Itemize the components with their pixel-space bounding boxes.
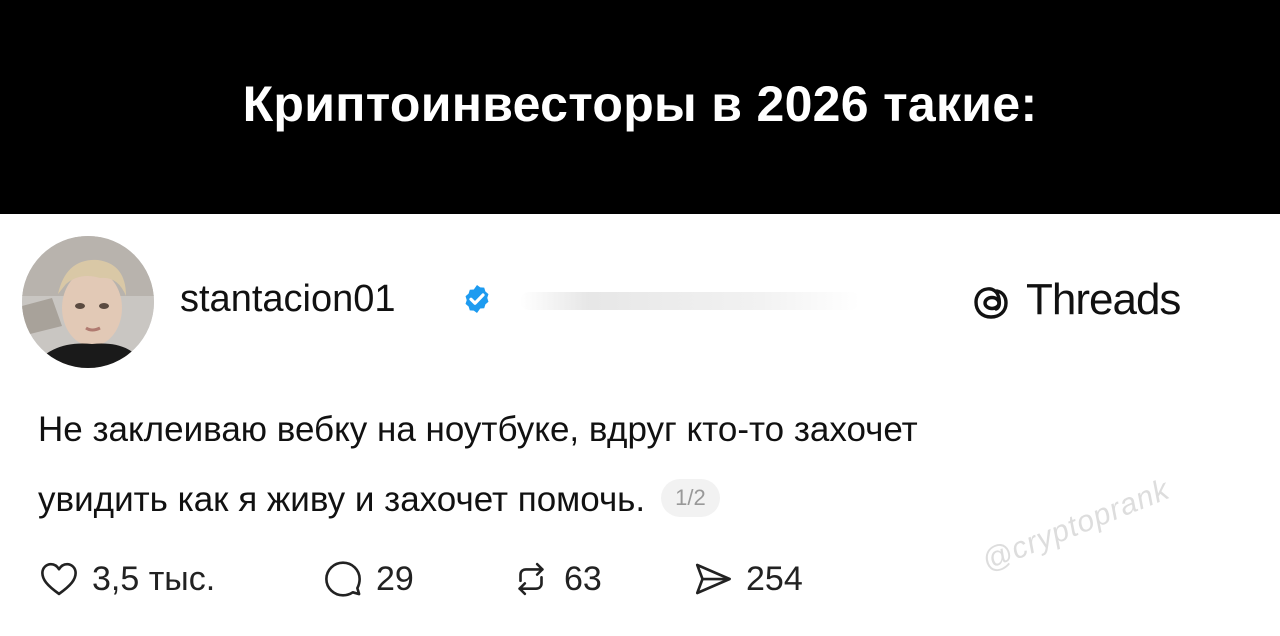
avatar-photo xyxy=(22,236,154,368)
avatar[interactable] xyxy=(22,236,154,368)
post-text-line-2-content: увидить как я живу и захочет помочь. xyxy=(38,480,646,519)
platform-name: Threads xyxy=(1026,275,1181,324)
like-button[interactable]: 3,5 тыс. xyxy=(38,556,215,602)
send-icon xyxy=(695,563,731,595)
page-indicator[interactable]: 1/2 xyxy=(661,478,720,517)
repost-count: 63 xyxy=(564,559,602,598)
comment-icon xyxy=(325,561,361,597)
heart-icon xyxy=(41,562,77,596)
threads-logo-icon xyxy=(974,287,1008,319)
repost-icon xyxy=(518,562,544,596)
post-text-line-1: Не заклеиваю вебку на ноутбуке, вдруг кт… xyxy=(38,410,918,449)
blurred-display-name xyxy=(520,292,860,310)
reply-button[interactable]: 29 xyxy=(322,556,414,602)
like-count: 3,5 тыс. xyxy=(92,559,216,598)
reply-count: 29 xyxy=(376,559,414,598)
verified-badge-icon xyxy=(465,285,489,313)
meme-title: Криптоинвесторы в 2026 такие: xyxy=(242,76,1038,132)
repost-button[interactable]: 63 xyxy=(510,556,602,602)
meme-banner: Криптоинвесторы в 2026 такие: xyxy=(0,0,1280,214)
username[interactable]: stantacion01 xyxy=(180,277,396,321)
share-button[interactable]: 254 xyxy=(692,556,803,602)
share-count: 254 xyxy=(746,559,803,598)
